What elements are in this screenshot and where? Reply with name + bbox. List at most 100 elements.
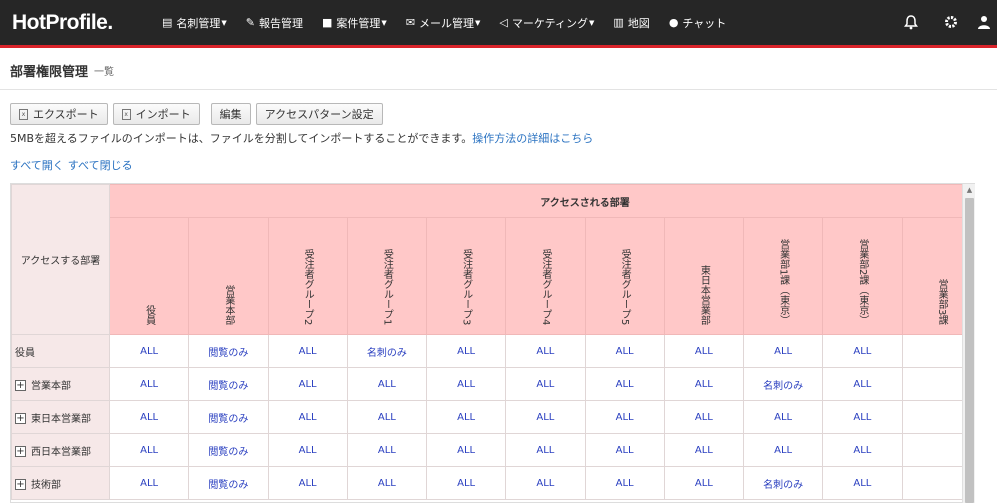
- collapse-all-link[interactable]: すべて閉じる: [68, 159, 133, 172]
- table-row: +東日本営業部ALL閲覧のみALLALLALLALLALLALLALLALLAL…: [11, 400, 974, 434]
- permission-cell[interactable]: ALL: [663, 400, 745, 434]
- import-help-link[interactable]: 操作方法の詳細はこちら: [472, 132, 593, 145]
- permission-cell[interactable]: ALL: [663, 367, 745, 401]
- bell-icon[interactable]: [891, 14, 931, 34]
- permission-cell[interactable]: ALL: [584, 400, 665, 434]
- column-header: 東日本営業部: [663, 217, 745, 335]
- permission-cell[interactable]: 閲覧のみ: [188, 334, 269, 368]
- nav-item-label: チャット: [682, 16, 727, 30]
- permission-cell[interactable]: ALL: [742, 400, 824, 434]
- permission-cell[interactable]: ALL: [346, 466, 428, 500]
- permission-cell[interactable]: ALL: [584, 334, 665, 368]
- permission-cell[interactable]: ALL: [108, 334, 190, 368]
- page-title: 部署権限管理: [10, 64, 89, 80]
- permission-cell[interactable]: ALL: [584, 433, 665, 467]
- row-header-label: 技術部: [31, 479, 61, 491]
- permission-cell[interactable]: ALL: [425, 433, 507, 467]
- permission-cell[interactable]: ALL: [822, 433, 903, 467]
- permission-cell[interactable]: ALL: [505, 433, 586, 467]
- import-note-text: 5MBを超えるファイルのインポートは、ファイルを分割してインポートすることができ…: [10, 132, 473, 145]
- permission-cell[interactable]: ALL: [505, 367, 586, 401]
- expand-all-link[interactable]: すべて開く: [10, 159, 64, 172]
- permission-cell[interactable]: ALL: [742, 334, 824, 368]
- permission-cell[interactable]: ALL: [742, 433, 824, 467]
- import-button[interactable]: x インポート: [112, 103, 200, 125]
- column-header-label: 受注者グループ1: [381, 248, 393, 325]
- permission-cell[interactable]: ALL: [663, 433, 745, 467]
- export-button[interactable]: x エクスポート: [10, 103, 108, 125]
- permission-cell[interactable]: ALL: [267, 466, 348, 500]
- nav-item-label: マーケティング: [511, 16, 589, 30]
- expand-plus-icon[interactable]: +: [15, 413, 26, 424]
- edit-button[interactable]: 編集: [210, 103, 251, 125]
- permission-table: アクセスする部署 アクセスされる部署 役員 営業本部 受注者グループ2 受注者グループ…: [11, 184, 974, 500]
- gear-icon[interactable]: [931, 15, 971, 33]
- permission-cell[interactable]: ALL: [267, 334, 348, 368]
- edit-icon: ✎: [245, 16, 256, 29]
- nav-item-1[interactable]: ✎ 報告管理: [246, 0, 303, 47]
- nav-item-2[interactable]: ■ 案件管理 ▼: [322, 0, 387, 47]
- permission-cell[interactable]: ALL: [505, 400, 586, 434]
- permission-cell[interactable]: ALL: [346, 400, 428, 434]
- permission-cell[interactable]: 名刺のみ: [742, 466, 824, 500]
- permission-cell[interactable]: ALL: [822, 466, 903, 500]
- top-navigation-bar: HotProfile. ▤ 名刺管理 ▼ ✎ 報告管理 ■ 案件管理 ▼ ✉ メール管理 ▼ ◁ マーケ…: [0, 0, 997, 48]
- permission-cell[interactable]: ALL: [505, 334, 586, 368]
- column-header: 役員: [108, 217, 190, 335]
- nav-item-label: 案件管理: [336, 16, 381, 30]
- permission-cell[interactable]: 閲覧のみ: [188, 466, 269, 500]
- nav-item-label: 名刺管理: [176, 16, 221, 30]
- scroll-thumb[interactable]: [965, 198, 974, 503]
- nav-item-3[interactable]: ✉ メール管理 ▼: [406, 0, 481, 47]
- permission-cell[interactable]: ALL: [346, 367, 428, 401]
- app-logo[interactable]: HotProfile.: [0, 11, 162, 35]
- nav-item-6[interactable]: ● チャット: [669, 0, 727, 47]
- permission-cell[interactable]: ALL: [584, 367, 665, 401]
- vertical-scrollbar[interactable]: ▲: [962, 184, 975, 503]
- nav-item-0[interactable]: ▤ 名刺管理 ▼: [162, 0, 227, 47]
- access-pattern-button[interactable]: アクセスパターン設定: [255, 103, 383, 125]
- permission-cell[interactable]: ALL: [663, 466, 745, 500]
- permission-cell[interactable]: ALL: [822, 334, 903, 368]
- permission-cell[interactable]: ALL: [822, 367, 903, 401]
- permission-cell[interactable]: 名刺のみ: [742, 367, 824, 401]
- page-header: 部署権限管理 一覧: [0, 51, 997, 90]
- permission-cell[interactable]: 閲覧のみ: [188, 400, 269, 434]
- permission-cell[interactable]: ALL: [425, 466, 507, 500]
- permission-cell[interactable]: 閲覧のみ: [188, 433, 269, 467]
- nav-item-4[interactable]: ◁ マーケティング ▼: [499, 0, 594, 47]
- column-header-label: 営業部2課（東京）: [856, 238, 868, 325]
- permission-cell[interactable]: ALL: [267, 367, 348, 401]
- permission-cell[interactable]: ALL: [267, 400, 348, 434]
- permission-cell[interactable]: ALL: [425, 400, 507, 434]
- permission-cell[interactable]: ALL: [584, 466, 665, 500]
- user-icon[interactable]: [971, 15, 997, 33]
- column-header: 受注者グループ2: [267, 217, 348, 335]
- permission-cell[interactable]: ALL: [822, 400, 903, 434]
- expand-plus-icon[interactable]: +: [15, 479, 26, 490]
- permission-cell[interactable]: ALL: [663, 334, 745, 368]
- row-header-label: 東日本営業部: [31, 413, 91, 425]
- column-header: 受注者グループ4: [505, 217, 586, 335]
- permission-cell[interactable]: ALL: [346, 433, 428, 467]
- mail-icon: ✉: [405, 16, 416, 29]
- permission-cell[interactable]: 名刺のみ: [346, 334, 428, 368]
- expand-plus-icon[interactable]: +: [15, 380, 26, 391]
- permission-cell[interactable]: ALL: [505, 466, 586, 500]
- corner-header: アクセスする部署: [11, 184, 110, 335]
- permission-cell[interactable]: ALL: [267, 433, 348, 467]
- permission-cell[interactable]: ALL: [108, 466, 190, 500]
- nav-item-5[interactable]: ▥ 地図: [613, 0, 649, 47]
- table-row: +西日本営業部ALL閲覧のみALLALLALLALLALLALLALLALLAL…: [11, 433, 974, 467]
- caret-down-icon: ▼: [381, 18, 387, 27]
- permission-cell[interactable]: ALL: [425, 367, 507, 401]
- permission-cell[interactable]: ALL: [108, 367, 190, 401]
- expand-plus-icon[interactable]: +: [15, 446, 26, 457]
- permission-cell[interactable]: ALL: [108, 400, 190, 434]
- scroll-up-icon[interactable]: ▲: [963, 184, 976, 197]
- nav-item-label: メール管理: [419, 16, 475, 30]
- permission-cell[interactable]: 閲覧のみ: [188, 367, 269, 401]
- column-header: 営業部1課（東京）: [742, 217, 824, 335]
- permission-cell[interactable]: ALL: [108, 433, 190, 467]
- permission-cell[interactable]: ALL: [425, 334, 507, 368]
